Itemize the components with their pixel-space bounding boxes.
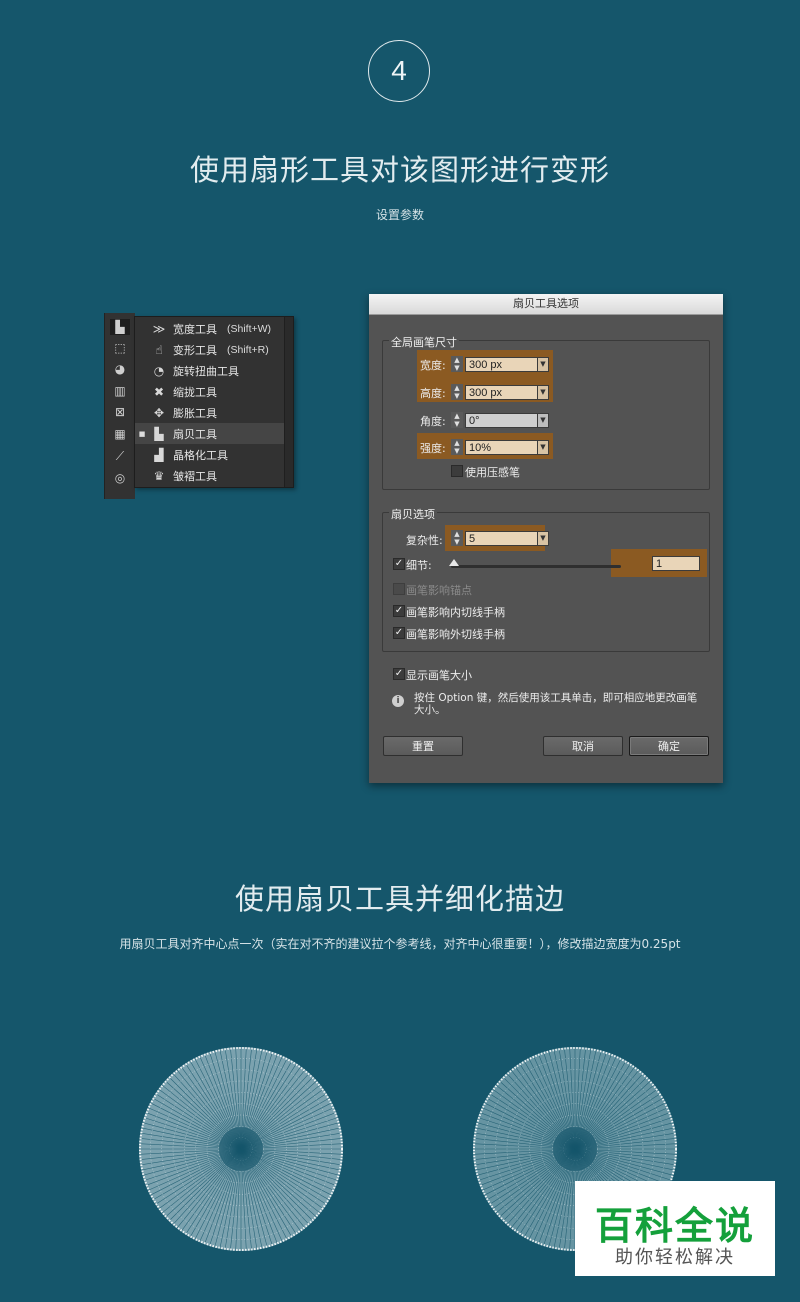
section-subtitle-1: 设置参数 bbox=[375, 208, 424, 222]
watermark-title: 百科全说 bbox=[594, 1204, 755, 1248]
flyout-item-label: 皱褶工具 bbox=[173, 469, 217, 483]
dialog-title[interactable]: 扇贝工具选项 bbox=[369, 294, 723, 315]
free-transform-icon[interactable]: ⬚ bbox=[110, 340, 130, 356]
complexity-label: 复杂性: bbox=[406, 534, 443, 547]
width-tool-icon: ≫ bbox=[152, 321, 166, 336]
scallop-tool-icon: ▙ bbox=[154, 426, 164, 441]
liquify-tools-flyout: ≫ 宽度工具 (Shift+W) ☝ 变形工具 (Shift+R) ◔ 旋转扭曲… bbox=[134, 316, 294, 488]
flyout-item-bloat-tool[interactable]: ✥ 膨胀工具 bbox=[135, 402, 285, 423]
flyout-item-shortcut: (Shift+R) bbox=[227, 343, 269, 356]
scallop-tool-options-dialog: 扇贝工具选项 全局画笔尺寸 宽度: ▲ ▼ 300 px ▼ 高度: ▲ ▼ 300… bbox=[369, 294, 723, 783]
twirl-tool-icon: ◔ bbox=[153, 363, 165, 378]
brush-anchor-checkbox[interactable] bbox=[393, 583, 405, 595]
show-brush-size-checkbox[interactable]: ✓ bbox=[393, 668, 405, 680]
step-number-badge: 4 bbox=[368, 40, 430, 102]
height-spinner-icon[interactable]: ▲ ▼ bbox=[451, 384, 463, 400]
flyout-item-warp-tool[interactable]: ☝ 变形工具 (Shift+R) bbox=[135, 339, 285, 360]
wrinkle-tool-icon: ♛ bbox=[153, 468, 165, 483]
flyout-item-shortcut: (Shift+W) bbox=[227, 322, 272, 335]
detail-label: 细节: bbox=[406, 559, 432, 572]
scallop-sphere-image-left bbox=[139, 1047, 343, 1251]
angle-field[interactable]: 0° bbox=[465, 413, 538, 428]
detail-checkbox[interactable]: ✓ bbox=[393, 558, 405, 570]
note-line-1: 按住 Option 键，然后使用该工具单击，即可相应地更改画笔 bbox=[414, 692, 698, 704]
detail-slider-thumb[interactable] bbox=[449, 559, 459, 566]
width-tool-icon[interactable]: ▙ bbox=[110, 319, 130, 335]
brush-out-handle-label: 画笔影响外切线手柄 bbox=[406, 628, 505, 641]
intensity-label: 强度: bbox=[420, 442, 446, 455]
mesh-tool-icon[interactable]: ⊠ bbox=[110, 404, 130, 420]
shape-builder-icon[interactable]: ◕ bbox=[110, 361, 130, 377]
pressure-pen-label: 使用压感笔 bbox=[465, 466, 520, 479]
flyout-item-label: 膨胀工具 bbox=[173, 406, 217, 420]
width-label: 宽度: bbox=[420, 359, 446, 372]
brush-out-handle-checkbox[interactable]: ✓ bbox=[393, 627, 405, 639]
detail-field[interactable]: 1 bbox=[652, 556, 700, 571]
flyout-item-scallop-tool[interactable]: ■ ▙ 扇贝工具 bbox=[135, 423, 285, 444]
width-dropdown-icon[interactable]: ▼ bbox=[537, 357, 549, 372]
angle-dropdown-icon[interactable]: ▼ bbox=[537, 413, 549, 428]
complexity-spinner-icon[interactable]: ▲ ▼ bbox=[451, 530, 463, 546]
angle-label: 角度: bbox=[420, 415, 446, 428]
selection-mark: ■ bbox=[138, 429, 146, 438]
flyout-item-crystallize-tool[interactable]: ▟ 晶格化工具 bbox=[135, 444, 285, 465]
height-label: 高度: bbox=[420, 387, 446, 400]
show-brush-size-label: 显示画笔大小 bbox=[406, 669, 472, 682]
flyout-item-label: 晶格化工具 bbox=[173, 448, 228, 462]
brush-in-handle-label: 画笔影响内切线手柄 bbox=[406, 606, 505, 619]
info-icon: i bbox=[392, 695, 404, 707]
flyout-item-pucker-tool[interactable]: ✖ 缩拢工具 bbox=[135, 381, 285, 402]
crystallize-tool-icon: ▟ bbox=[154, 447, 164, 462]
width-field[interactable]: 300 px bbox=[465, 357, 538, 372]
height-dropdown-icon[interactable]: ▼ bbox=[537, 385, 549, 400]
bloat-tool-icon: ✥ bbox=[153, 405, 165, 420]
flyout-item-width-tool[interactable]: ≫ 宽度工具 (Shift+W) bbox=[135, 318, 285, 339]
pucker-tool-icon: ✖ bbox=[153, 384, 165, 399]
brush-in-handle-checkbox[interactable]: ✓ bbox=[393, 605, 405, 617]
height-field[interactable]: 300 px bbox=[465, 385, 538, 400]
brush-anchor-label: 画笔影响锚点 bbox=[406, 584, 472, 597]
eyedropper-icon[interactable]: ⟋ bbox=[110, 448, 130, 464]
pressure-pen-checkbox[interactable] bbox=[451, 465, 463, 477]
warp-tool-icon: ☝ bbox=[155, 342, 163, 357]
complexity-dropdown-icon[interactable]: ▼ bbox=[537, 531, 549, 546]
section-title-1: 使用扇形工具对该图形进行变形 bbox=[189, 153, 610, 187]
flyout-item-label: 缩拢工具 bbox=[173, 385, 217, 399]
flyout-item-wrinkle-tool[interactable]: ♛ 皱褶工具 bbox=[135, 465, 285, 486]
section-title-2: 使用扇贝工具并细化描边 bbox=[234, 882, 565, 916]
tool-strip: ▙ ⬚ ◕ ▥ ⊠ ▦ ⟋ ◎ bbox=[104, 313, 135, 499]
flyout-item-twirl-tool[interactable]: ◔ 旋转扭曲工具 bbox=[135, 360, 285, 381]
detail-slider-track[interactable] bbox=[451, 565, 621, 568]
intensity-field[interactable]: 10% bbox=[465, 440, 538, 455]
angle-spinner-icon[interactable]: ▲ ▼ bbox=[451, 412, 463, 428]
flyout-edge bbox=[284, 317, 293, 487]
intensity-dropdown-icon[interactable]: ▼ bbox=[537, 440, 549, 455]
flyout-item-label: 宽度工具 bbox=[173, 322, 217, 336]
intensity-spinner-icon[interactable]: ▲ ▼ bbox=[451, 439, 463, 455]
watermark-logo: 百科全说 助你轻松解决 bbox=[575, 1181, 775, 1276]
blend-tool-icon[interactable]: ◎ bbox=[110, 470, 130, 486]
gradient-tool-icon[interactable]: ▦ bbox=[110, 426, 130, 442]
flyout-item-label: 扇贝工具 bbox=[173, 427, 217, 441]
flyout-item-label: 旋转扭曲工具 bbox=[173, 364, 239, 378]
reset-button[interactable]: 重置 bbox=[383, 736, 463, 756]
watermark-slogan: 助你轻松解决 bbox=[615, 1247, 735, 1268]
cancel-button[interactable]: 取消 bbox=[543, 736, 623, 756]
scallop-options-title: 扇贝选项 bbox=[389, 506, 437, 522]
width-spinner-icon[interactable]: ▲ ▼ bbox=[451, 356, 463, 372]
section-subtitle-2: 用扇贝工具对齐中心点一次（实在对不齐的建议拉个参考线，对齐中心很重要！），修改描… bbox=[119, 937, 681, 951]
complexity-field[interactable]: 5 bbox=[465, 531, 538, 546]
graph-tool-icon[interactable]: ▥ bbox=[110, 383, 130, 399]
ok-button[interactable]: 确定 bbox=[629, 736, 709, 756]
flyout-item-label: 变形工具 bbox=[173, 343, 217, 357]
note-line-2: 大小。 bbox=[414, 704, 446, 716]
brush-dimensions-title: 全局画笔尺寸 bbox=[389, 334, 459, 350]
